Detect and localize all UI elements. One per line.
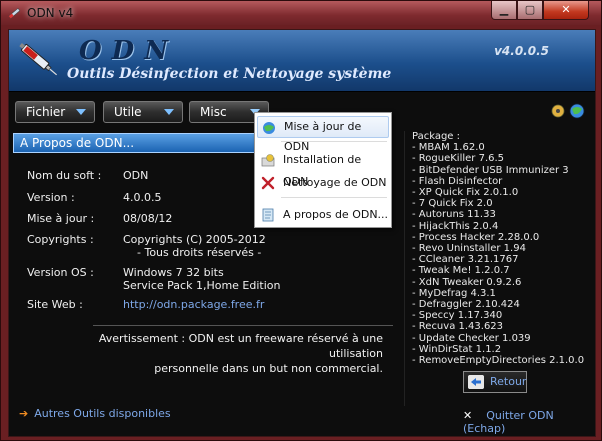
app-icon xyxy=(8,7,21,19)
info-value: ODN xyxy=(123,169,149,182)
arrow-right-icon: ➔ xyxy=(19,407,29,420)
app-window: ODN v4 ▁ ▢ ✕ ODN Outils Désinfection et … xyxy=(0,0,602,441)
website-link[interactable]: http://odn.package.free.fr xyxy=(123,298,264,311)
menu-item-label: A propos de ODN... xyxy=(283,208,389,221)
info-value: Windows 7 32 bits xyxy=(123,266,224,279)
divider xyxy=(404,131,405,406)
toolbar-icons[interactable] xyxy=(549,101,589,121)
package-title: Package : xyxy=(412,131,460,142)
info-label: Mise à jour : xyxy=(27,212,95,225)
list-item: - MyDefrag 4.3.1 xyxy=(412,287,496,299)
info-value: 08/08/12 xyxy=(123,212,173,225)
disclaimer-line2: personnelle dans un but non commercial. xyxy=(154,362,383,375)
disclaimer: Avertissement : ODN est un freeware rése… xyxy=(53,331,383,376)
menu-item-update[interactable]: Mise à jour de ODN xyxy=(257,116,389,153)
quit-label: Quitter ODN (Echap) xyxy=(463,409,554,435)
document-icon xyxy=(262,208,274,222)
logo-title: ODN xyxy=(79,36,178,66)
red-x-icon xyxy=(261,176,275,190)
chevron-down-icon xyxy=(76,109,86,115)
list-item: - RogueKiller 7.6.5 xyxy=(412,153,505,165)
quit-button[interactable]: ✕ Quitter ODN (Echap) xyxy=(463,409,595,435)
list-item: - Revo Uninstaller 1.94 xyxy=(412,243,526,255)
info-value-line2: Service Pack 1,Home Edition xyxy=(123,279,281,292)
menu-item-label: Nettoyage de ODN xyxy=(283,176,387,189)
list-item: - Update Checker 1.039 xyxy=(412,332,531,344)
misc-dropdown-menu: Mise à jour de ODN Installation de ODN N… xyxy=(254,112,392,228)
close-icon: ✕ xyxy=(463,409,473,422)
menu-item-about[interactable]: A propos de ODN... xyxy=(257,204,389,226)
list-item: - RemoveEmptyDirectories 2.1.0.0 xyxy=(412,355,585,367)
retour-button[interactable]: Retour xyxy=(463,371,527,393)
info-value: 4.0.0.5 xyxy=(123,191,162,204)
list-item: - BitDefender USB Immunizer 3 xyxy=(412,164,569,176)
back-arrow-icon xyxy=(468,375,484,389)
chevron-down-icon xyxy=(164,109,174,115)
menu-utile[interactable]: Utile xyxy=(103,101,183,123)
globe-update-icon xyxy=(263,122,275,134)
menu-fichier-label: Fichier xyxy=(26,105,66,119)
package-list: Package : - MBAM 1.62.0 - RogueKiller 7.… xyxy=(412,131,592,366)
syringe-icon xyxy=(19,43,58,76)
info-label: Nom du soft : xyxy=(27,169,102,182)
list-item: - XdN Tweaker 0.9.2.6 xyxy=(412,276,522,288)
menu-fichier[interactable]: Fichier xyxy=(15,101,95,123)
list-item: - WinDirStat 1.1.2 xyxy=(412,343,502,355)
window-title: ODN v4 xyxy=(27,6,74,20)
menu-separator xyxy=(281,141,387,142)
info-label: Copyrights : xyxy=(27,233,94,246)
info-value: Copyrights (C) 2005-2012 xyxy=(123,233,266,246)
banner-subtitle: Outils Désinfection et Nettoyage système xyxy=(67,66,392,82)
menu-separator xyxy=(281,197,387,198)
close-button[interactable]: ✕ xyxy=(543,1,589,20)
other-tools-link[interactable]: ➔ Autres Outils disponibles xyxy=(19,407,171,420)
list-item: - Tweak Me! 1.2.0.7 xyxy=(412,265,510,277)
retour-label: Retour xyxy=(490,375,527,388)
version-label: v4.0.0.5 xyxy=(494,44,549,58)
info-label: Version OS : xyxy=(27,266,94,279)
menu-item-clean[interactable]: Nettoyage de ODN xyxy=(257,172,389,194)
main-panel: ODN Outils Désinfection et Nettoyage sys… xyxy=(8,29,596,437)
maximize-button[interactable]: ▢ xyxy=(517,1,543,20)
list-item: - Flash Disinfector xyxy=(412,175,503,187)
info-value-line2: - Tous droits réservés - xyxy=(137,246,262,259)
list-item: - Autoruns 11.33 xyxy=(412,209,496,221)
other-tools-label: Autres Outils disponibles xyxy=(34,407,171,420)
list-item: - Speccy 1.17.340 xyxy=(412,310,503,322)
globe-icon xyxy=(569,103,585,119)
list-item: - Recuva 1.43.623 xyxy=(412,321,504,333)
install-icon xyxy=(261,154,275,167)
list-item: - Process Hacker 2.28.0.0 xyxy=(412,231,540,243)
list-item: - HijackThis 2.0.4 xyxy=(412,220,499,232)
list-item: - MBAM 1.62.0 xyxy=(412,142,485,154)
list-item: - XP Quick Fix 2.0.1.0 xyxy=(412,187,519,199)
separator xyxy=(93,325,393,326)
menu-utile-label: Utile xyxy=(114,105,142,119)
list-item: - Defraggler 2.10.424 xyxy=(412,299,520,311)
menu-misc-label: Misc xyxy=(200,105,227,119)
info-label: Version : xyxy=(27,191,75,204)
menu-item-install[interactable]: Installation de ODN xyxy=(257,149,389,188)
disclaimer-line1: Avertissement : ODN est un freeware rése… xyxy=(98,332,383,360)
tools-icon xyxy=(551,104,565,118)
list-item: - CCleaner 3.21.1767 xyxy=(412,254,519,266)
banner: ODN Outils Désinfection et Nettoyage sys… xyxy=(9,30,595,92)
info-label: Site Web : xyxy=(27,298,83,311)
minimize-button[interactable]: ▁ xyxy=(491,1,517,20)
list-item: - 7 Quick Fix 2.0 xyxy=(412,198,493,210)
title-bar[interactable]: ODN v4 ▁ ▢ ✕ xyxy=(1,1,601,25)
